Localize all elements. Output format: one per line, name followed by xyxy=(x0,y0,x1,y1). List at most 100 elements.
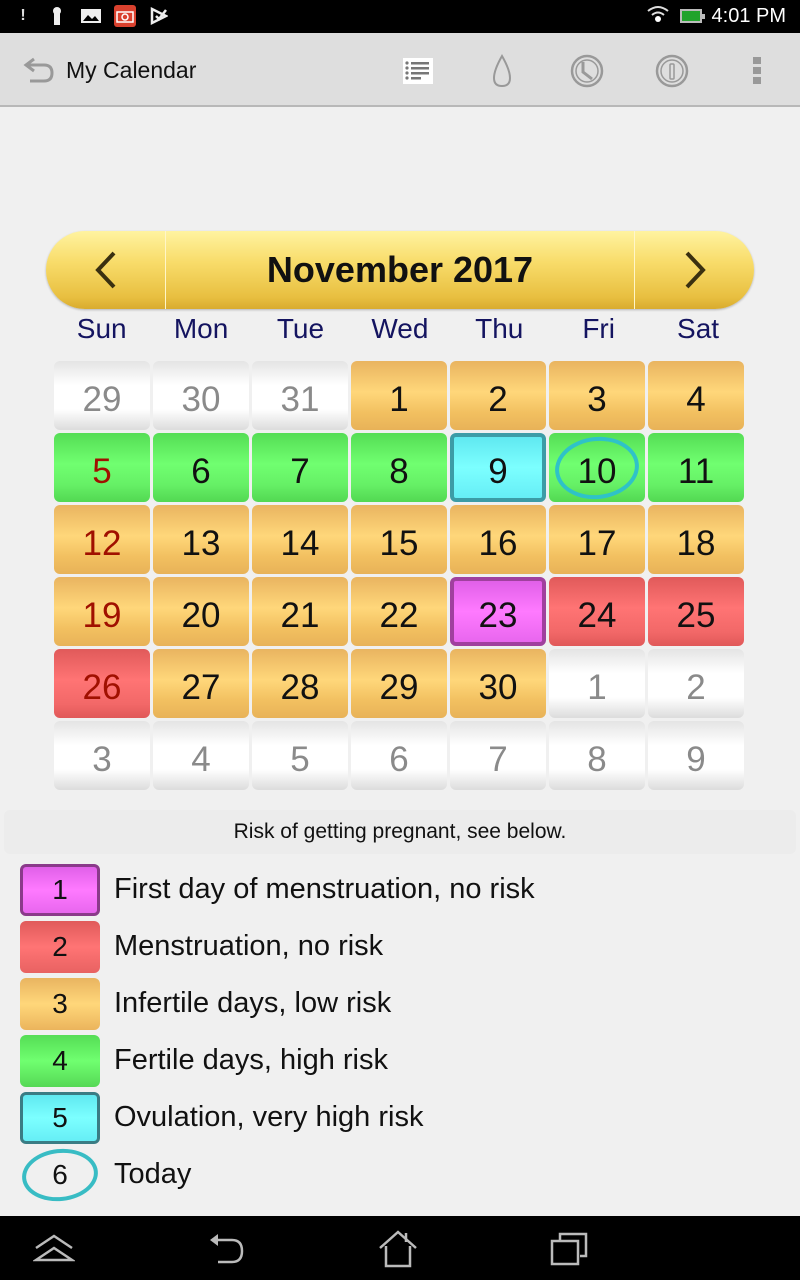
day-cell[interactable]: 17 xyxy=(549,505,645,574)
clock-icon[interactable] xyxy=(567,51,607,91)
day-cell[interactable]: 24 xyxy=(549,577,645,646)
risk-note: Risk of getting pregnant, see below. xyxy=(4,810,796,854)
weekday-sat: Sat xyxy=(677,313,720,344)
day-cell[interactable]: 23 xyxy=(450,577,546,646)
day-cell[interactable]: 31 xyxy=(252,361,348,430)
image-icon xyxy=(80,5,102,27)
notification-icons: ! xyxy=(12,5,170,27)
prev-month-button[interactable] xyxy=(46,231,166,309)
day-number: 2 xyxy=(686,667,706,707)
info-icon[interactable] xyxy=(652,51,692,91)
day-cell[interactable]: 29 xyxy=(351,649,447,718)
month-header: November 2017 xyxy=(46,231,754,309)
day-cell[interactable]: 22 xyxy=(351,577,447,646)
day-cell[interactable]: 27 xyxy=(153,649,249,718)
day-cell[interactable]: 3 xyxy=(549,361,645,430)
day-number: 26 xyxy=(82,667,122,707)
day-cell[interactable]: 4 xyxy=(648,361,744,430)
legend-item-fertile: 4 Fertile days, high risk xyxy=(20,1032,780,1089)
day-cell[interactable]: 6 xyxy=(153,433,249,502)
collapse-button[interactable] xyxy=(32,1230,76,1268)
day-cell[interactable]: 15 xyxy=(351,505,447,574)
weekday-tue: Tue xyxy=(276,313,325,344)
day-number: 5 xyxy=(92,451,112,491)
day-cell[interactable]: 11 xyxy=(648,433,744,502)
back-button[interactable] xyxy=(206,1230,250,1268)
day-cell[interactable]: 13 xyxy=(153,505,249,574)
day-cell[interactable]: 7 xyxy=(252,433,348,502)
chevron-right-icon xyxy=(685,251,706,289)
legend-label: Infertile days, low risk xyxy=(114,987,392,1019)
day-number: 14 xyxy=(280,523,320,563)
overflow-menu-icon[interactable] xyxy=(737,51,777,91)
day-cell[interactable]: 1 xyxy=(549,649,645,718)
day-number: 30 xyxy=(181,379,221,419)
day-cell[interactable]: 19 xyxy=(54,577,150,646)
day-cell[interactable]: 7 xyxy=(450,721,546,790)
weekday-thu: Thu xyxy=(475,313,524,344)
day-cell[interactable]: 18 xyxy=(648,505,744,574)
day-number: 24 xyxy=(577,595,617,635)
day-cell[interactable]: 25 xyxy=(648,577,744,646)
day-number: 10 xyxy=(577,451,617,491)
day-number: 22 xyxy=(379,595,419,635)
check-icon xyxy=(148,5,170,27)
legend-item-ovulation: 5 Ovulation, very high risk xyxy=(20,1089,780,1146)
list-icon[interactable] xyxy=(398,51,438,91)
day-number: 29 xyxy=(82,379,122,419)
day-cell-today[interactable]: 10 xyxy=(549,432,645,504)
day-cell[interactable]: 9 xyxy=(648,721,744,790)
day-cell[interactable]: 30 xyxy=(153,361,249,430)
day-cell[interactable]: 8 xyxy=(351,433,447,502)
home-button[interactable] xyxy=(376,1230,420,1268)
recents-icon xyxy=(550,1232,588,1266)
day-cell[interactable]: 29 xyxy=(54,361,150,430)
day-cell[interactable]: 30 xyxy=(450,649,546,718)
day-number: 1 xyxy=(389,379,409,419)
day-cell[interactable]: 3 xyxy=(54,721,150,790)
next-month-button[interactable] xyxy=(634,231,754,309)
day-cell[interactable]: 2 xyxy=(648,649,744,718)
legend-swatch: 2 xyxy=(20,920,100,973)
weekday-fri: Fri xyxy=(582,313,615,344)
day-cell[interactable]: 21 xyxy=(252,577,348,646)
day-number: 17 xyxy=(577,523,617,563)
day-cell[interactable]: 5 xyxy=(252,721,348,790)
day-number: 9 xyxy=(686,739,706,779)
day-cell[interactable]: 16 xyxy=(450,505,546,574)
keyhole-icon xyxy=(46,5,68,27)
day-number: 21 xyxy=(280,595,320,635)
calendar-grid: 29 30 31 1 2 3 4 5 6 7 8 9 10 11 12 13 14 15 16 17 18 19 20 21 2… xyxy=(54,361,746,790)
clock-time: 4:01 PM xyxy=(711,4,786,27)
legend-swatch: 5 xyxy=(20,1091,100,1144)
back-arrow-icon xyxy=(210,1234,244,1264)
day-number: 19 xyxy=(82,595,122,635)
day-cell[interactable]: 9 xyxy=(450,433,546,502)
day-number: 12 xyxy=(82,523,122,563)
day-cell[interactable]: 20 xyxy=(153,577,249,646)
home-icon xyxy=(379,1230,417,1268)
up-back-icon[interactable] xyxy=(22,55,56,85)
day-cell[interactable]: 6 xyxy=(351,721,447,790)
day-cell[interactable]: 26 xyxy=(54,649,150,718)
day-number: 4 xyxy=(686,379,706,419)
day-cell[interactable]: 28 xyxy=(252,649,348,718)
day-cell[interactable]: 1 xyxy=(351,361,447,430)
day-number: 3 xyxy=(587,379,607,419)
legend-item-menstruation: 2 Menstruation, no risk xyxy=(20,918,780,975)
today-ring-icon xyxy=(19,1144,101,1205)
legend-swatch: 4 xyxy=(20,1034,100,1087)
recents-button[interactable] xyxy=(548,1230,592,1268)
day-cell[interactable]: 14 xyxy=(252,505,348,574)
day-number: 5 xyxy=(290,739,310,779)
day-number: 18 xyxy=(676,523,716,563)
day-cell[interactable]: 12 xyxy=(54,505,150,574)
day-cell[interactable]: 2 xyxy=(450,361,546,430)
day-number: 3 xyxy=(92,739,112,779)
day-number: 9 xyxy=(488,451,508,491)
day-cell[interactable]: 4 xyxy=(153,721,249,790)
day-cell[interactable]: 5 xyxy=(54,433,150,502)
drop-icon[interactable] xyxy=(482,51,522,91)
day-cell[interactable]: 8 xyxy=(549,721,645,790)
day-number: 16 xyxy=(478,523,518,563)
